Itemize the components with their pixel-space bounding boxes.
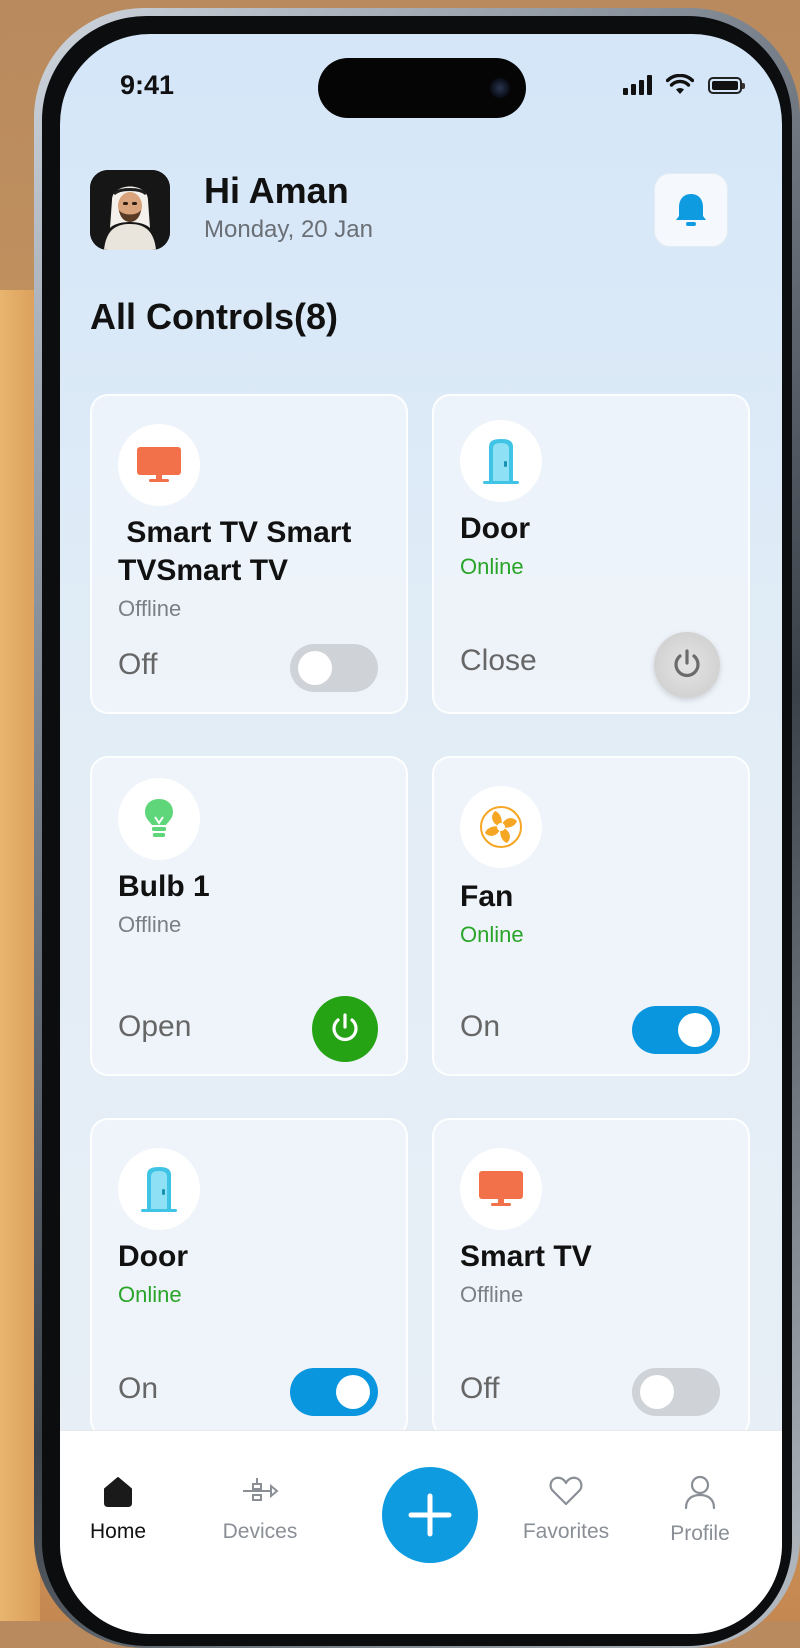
power-icon xyxy=(674,649,700,678)
fan-icon xyxy=(480,806,522,848)
nav-item-favorites[interactable]: Favorites xyxy=(506,1475,626,1544)
device-toggle[interactable] xyxy=(632,1006,720,1054)
device-toggle[interactable] xyxy=(290,644,378,692)
camera-icon xyxy=(490,78,510,98)
device-state: Off xyxy=(460,1372,500,1405)
device-power-button[interactable] xyxy=(654,632,720,698)
status-icons xyxy=(623,74,745,96)
device-icon-wrap xyxy=(118,1148,200,1230)
tv-icon xyxy=(479,1171,523,1206)
bottom-nav: Home Devices Favorites Profile xyxy=(60,1430,782,1634)
device-status: Online xyxy=(460,922,524,947)
dynamic-island xyxy=(318,58,526,118)
toggle-knob xyxy=(678,1013,712,1047)
device-icon-wrap xyxy=(460,786,542,868)
nav-item-home[interactable]: Home xyxy=(60,1475,178,1544)
user-icon xyxy=(684,1475,716,1510)
nav-label: Profile xyxy=(670,1522,730,1545)
device-name: Fan xyxy=(460,880,514,913)
device-name: Smart TV xyxy=(460,1240,592,1273)
bulb-icon xyxy=(145,799,173,837)
phone-screen: 9:41 Hi Aman Monday, 20 Jan All Controls… xyxy=(60,34,782,1634)
door-icon xyxy=(141,1167,177,1212)
device-toggle[interactable] xyxy=(290,1368,378,1416)
device-card-door[interactable]: Door Online Close xyxy=(432,394,750,714)
nav-label: Home xyxy=(89,1520,147,1543)
device-name: Door xyxy=(460,512,530,545)
device-icon-wrap xyxy=(118,424,200,506)
device-state: Close xyxy=(460,644,537,677)
device-card-smart-tv[interactable]: Smart TV Smart TVSmart TV Offline Off xyxy=(90,394,408,714)
device-icon-wrap xyxy=(460,1148,542,1230)
heart-icon xyxy=(549,1476,583,1506)
device-toggle[interactable] xyxy=(632,1368,720,1416)
device-status: Online xyxy=(460,554,524,579)
nav-item-profile[interactable]: Profile xyxy=(640,1475,760,1546)
status-time: 9:41 xyxy=(120,70,175,100)
device-name: Bulb 1 xyxy=(118,870,210,903)
battery-icon xyxy=(708,76,745,94)
toggle-knob xyxy=(640,1375,674,1409)
avatar-illustration xyxy=(90,170,170,250)
device-state: Open xyxy=(118,1010,192,1043)
device-name: Door xyxy=(118,1240,188,1273)
device-card-fan[interactable]: Fan Online On xyxy=(432,756,750,1076)
device-status: Offline xyxy=(118,912,182,937)
device-icon-wrap xyxy=(460,420,542,502)
device-state: On xyxy=(460,1010,501,1043)
toggle-knob xyxy=(336,1375,370,1409)
section-title: All Controls(8) xyxy=(90,296,338,337)
device-status: Online xyxy=(118,1282,182,1307)
device-state: On xyxy=(118,1372,159,1405)
avatar[interactable] xyxy=(90,170,170,250)
plus-icon xyxy=(408,1493,452,1537)
power-icon xyxy=(332,1013,358,1042)
signal-icon xyxy=(623,75,652,95)
device-card-smart-tv[interactable]: Smart TV Offline Off xyxy=(432,1118,750,1438)
nav-item-devices[interactable]: Devices xyxy=(200,1475,320,1544)
device-card-bulb[interactable]: Bulb 1 Offline Open xyxy=(90,756,408,1076)
home-icon xyxy=(104,1477,132,1507)
greeting-text: Hi Aman xyxy=(204,170,349,211)
device-status: Offline xyxy=(460,1282,524,1307)
nav-label: Favorites xyxy=(522,1520,610,1543)
date-text: Monday, 20 Jan xyxy=(204,216,373,243)
nav-label: Devices xyxy=(222,1520,298,1543)
device-state: Off xyxy=(118,648,158,681)
wifi-icon xyxy=(666,74,694,94)
device-name: Smart TV Smart TVSmart TV xyxy=(118,516,360,587)
toggle-knob xyxy=(298,651,332,685)
add-device-button[interactable] xyxy=(382,1467,478,1563)
device-icon-wrap xyxy=(118,778,200,860)
bell-icon xyxy=(676,194,706,226)
device-power-button[interactable] xyxy=(312,996,378,1062)
device-card-door[interactable]: Door Online On xyxy=(90,1118,408,1438)
devices-icon xyxy=(243,1478,279,1501)
notifications-button[interactable] xyxy=(654,173,728,247)
door-icon xyxy=(483,439,519,484)
device-status: Offline xyxy=(118,596,182,621)
tv-icon xyxy=(137,447,181,482)
